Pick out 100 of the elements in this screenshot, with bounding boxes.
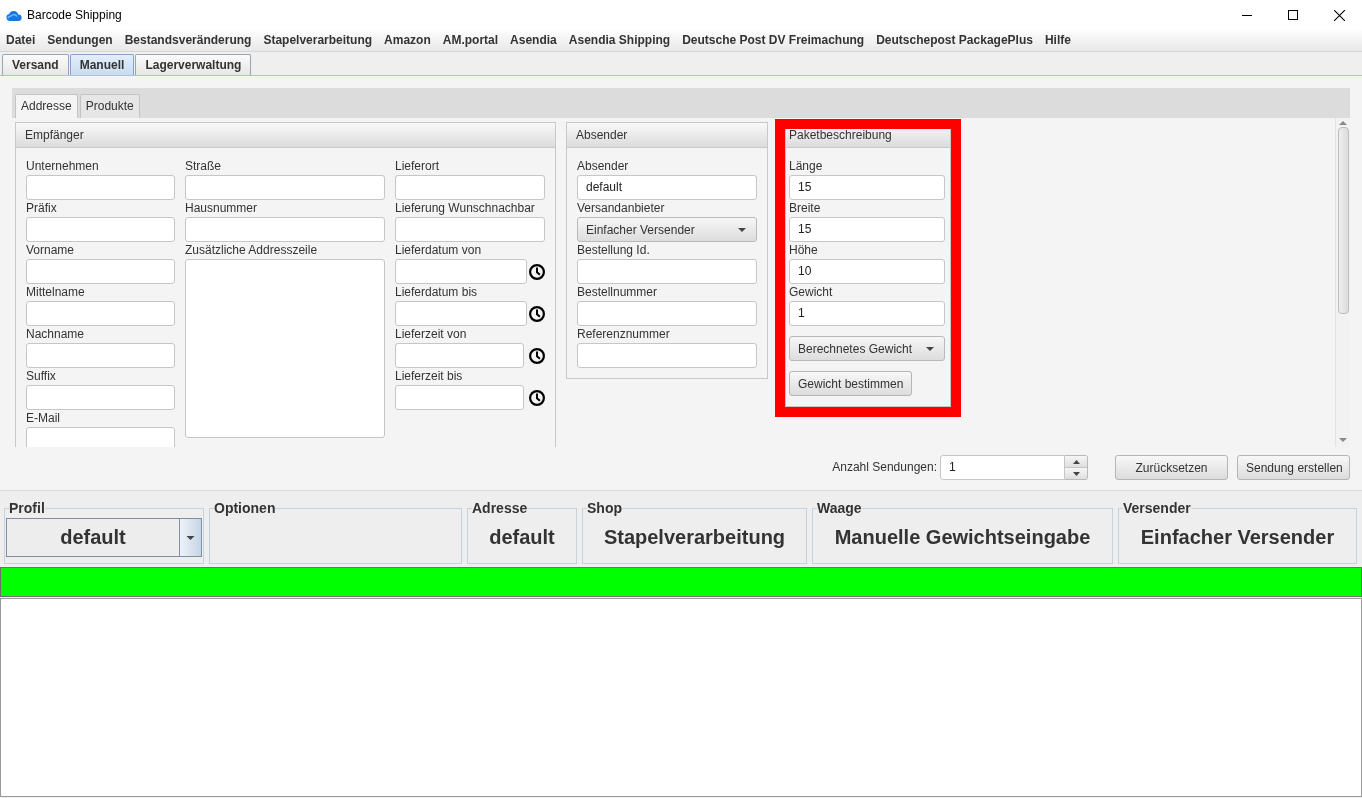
text-field[interactable] — [26, 427, 175, 447]
field-label: Absender — [577, 158, 630, 175]
tab[interactable]: Versand — [2, 54, 69, 75]
field-label: Gewicht — [789, 284, 834, 301]
cloud-icon — [6, 9, 22, 21]
field-label: Versandanbieter — [577, 200, 666, 217]
minimize-icon — [1242, 14, 1252, 16]
dropdown[interactable]: Berechnetes Gewicht — [789, 336, 945, 361]
action-button[interactable]: Zurücksetzen — [1115, 455, 1228, 480]
field-label: Lieferdatum bis — [395, 284, 479, 301]
scrollbar-thumb[interactable] — [1337, 127, 1349, 314]
menu-item[interactable]: Bestandsveränderung — [118, 30, 258, 51]
field-label: E-Mail — [26, 410, 61, 427]
scroll-down-icon[interactable] — [1339, 438, 1347, 442]
scroll-up-icon[interactable] — [1339, 121, 1347, 125]
menu-item[interactable]: Deutschepost PackagePlus — [870, 30, 1039, 51]
action-button[interactable]: Sendung erstellen — [1237, 455, 1350, 480]
field-label: Lieferdatum von — [395, 242, 483, 259]
text-field[interactable] — [26, 259, 175, 284]
group-title: Waage — [817, 501, 862, 516]
menu-item[interactable]: Datei — [0, 30, 42, 51]
field-label: Länge — [789, 158, 824, 175]
field-label: Lieferzeit bis — [395, 368, 464, 385]
field-label: Bestellung Id. — [577, 242, 651, 259]
date-field[interactable] — [395, 301, 527, 326]
field-label: Lieferort — [395, 158, 441, 175]
clock-icon[interactable] — [529, 263, 545, 280]
text-field[interactable] — [395, 175, 545, 200]
text-field[interactable]: 1 — [789, 301, 945, 326]
menu-item[interactable]: Deutsche Post DV Freimachung — [676, 30, 871, 51]
field-label: Bestellnummer — [577, 284, 659, 301]
group-value: default — [489, 526, 555, 549]
panel-header: Empfänger — [16, 123, 555, 148]
text-field[interactable] — [26, 217, 175, 242]
field-label: Lieferzeit von — [395, 326, 468, 343]
text-field[interactable] — [577, 259, 757, 284]
tab[interactable]: Lagerverwaltung — [135, 54, 252, 75]
tab[interactable]: Addresse — [15, 94, 78, 118]
dropdown[interactable]: Einfacher Versender — [577, 217, 757, 242]
step-up-button[interactable] — [1065, 456, 1087, 467]
panel-header: Absender — [567, 123, 767, 148]
group-title: Profil — [9, 501, 45, 516]
window-title: Barcode Shipping — [27, 8, 122, 22]
dropdown[interactable]: default — [6, 518, 202, 557]
group-value: Manuelle Gewichtseingabe — [834, 526, 1091, 549]
text-field[interactable]: 10 — [789, 259, 945, 284]
menu-item[interactable]: Hilfe — [1038, 30, 1077, 51]
clock-icon[interactable] — [529, 389, 545, 406]
time-field[interactable] — [395, 385, 524, 410]
menu-item[interactable]: Stapelverarbeitung — [257, 30, 379, 51]
text-field[interactable] — [26, 385, 175, 410]
time-field[interactable] — [395, 343, 524, 368]
text-field[interactable]: 15 — [789, 217, 945, 242]
menu-item[interactable]: Sendungen — [41, 30, 119, 51]
text-field[interactable] — [577, 343, 757, 368]
field-label: Straße — [185, 158, 222, 175]
field-label: Breite — [789, 200, 822, 217]
date-field[interactable] — [395, 259, 527, 284]
field-label: Hausnummer — [185, 200, 259, 217]
caret-down-icon — [1072, 471, 1080, 476]
field-label: Referenznummer — [577, 326, 671, 343]
maximize-icon — [1288, 10, 1298, 20]
text-field[interactable] — [26, 301, 175, 326]
text-field[interactable] — [26, 343, 175, 368]
menu-item[interactable]: AM.portal — [436, 30, 505, 51]
text-area[interactable] — [185, 259, 385, 438]
field-label: Lieferung Wunschnachbar — [395, 200, 536, 217]
clock-icon[interactable] — [529, 305, 545, 322]
tab[interactable]: Produkte — [79, 94, 140, 118]
close-icon — [1333, 9, 1345, 21]
text-field[interactable] — [395, 217, 545, 242]
group-value: Stapelverarbeitung — [603, 526, 786, 549]
menu-item[interactable]: Asendia — [504, 30, 563, 51]
group-title: Adresse — [472, 501, 528, 516]
field-label: Anzahl Sendungen: — [832, 459, 937, 476]
menu-item[interactable]: Asendia Shipping — [562, 30, 677, 51]
group-title: Optionen — [214, 501, 276, 516]
tab[interactable]: Manuell — [69, 54, 135, 75]
field-label: Präfix — [26, 200, 58, 217]
number-field[interactable]: 1 — [940, 455, 1065, 480]
group-title: Shop — [587, 501, 622, 516]
step-down-button[interactable] — [1065, 467, 1087, 479]
scrollbar[interactable] — [1335, 118, 1350, 447]
field-label: Suffix — [26, 368, 57, 385]
field-label: Unternehmen — [26, 158, 100, 175]
group-title: Versender — [1123, 501, 1191, 516]
text-field[interactable]: default — [577, 175, 757, 200]
caret-icon — [738, 227, 746, 232]
menu-item[interactable]: Amazon — [378, 30, 437, 51]
field-label: Höhe — [789, 242, 819, 259]
form-button[interactable]: Gewicht bestimmen — [789, 371, 913, 396]
clock-icon[interactable] — [529, 347, 545, 364]
text-field[interactable]: 15 — [789, 175, 945, 200]
dropdown-arrow-button[interactable] — [179, 519, 201, 556]
field-label: Zusätzliche Addresszeile — [185, 242, 319, 259]
text-field[interactable] — [185, 217, 385, 242]
text-field[interactable] — [185, 175, 385, 200]
text-field[interactable] — [577, 301, 757, 326]
text-field[interactable] — [26, 175, 175, 200]
field-label: Vorname — [26, 242, 76, 259]
